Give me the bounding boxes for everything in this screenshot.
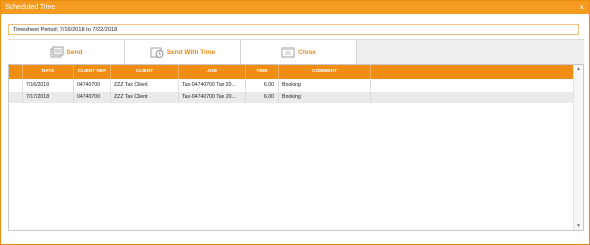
scroll-down-icon[interactable]: ▼ [574, 223, 583, 229]
send-with-time-button[interactable]: Send With Time [125, 40, 241, 65]
close-icon [281, 47, 295, 58]
column-header-time[interactable]: TIME [246, 65, 279, 79]
title-bar: Scheduled Time × [1, 1, 589, 14]
row-selector-header [9, 65, 23, 79]
column-header-client[interactable]: CLIENT [111, 65, 179, 79]
cell-client: ZZZ Tax Client [111, 80, 179, 91]
table-row[interactable]: 7/16/2018 04740700 ZZZ Tax Client Tax-04… [9, 80, 574, 91]
send-label: Send [66, 49, 83, 56]
send-with-time-label: Send With Time [166, 49, 216, 56]
timesheet-period: Timesheet Period: 7/16/2018 to 7/22/2018 [8, 24, 579, 35]
close-label: Close [298, 49, 316, 56]
column-header-client-ref[interactable]: CLIENT REF [74, 65, 111, 79]
send-with-time-icon [150, 47, 164, 58]
cell-date: 7/17/2018 [23, 92, 74, 103]
scheduled-time-window: Scheduled Time × Timesheet Period: 7/16/… [0, 0, 590, 245]
send-icon [50, 46, 63, 58]
column-header-date[interactable]: DATE [23, 65, 74, 79]
table-header: DATE CLIENT REF CLIENT JOB TIME COMMENT [9, 65, 574, 79]
scroll-up-icon[interactable]: ▲ [574, 66, 583, 72]
cell-client-ref: 04740700 [74, 80, 111, 91]
window-title: Scheduled Time [5, 4, 56, 11]
column-header-comment[interactable]: COMMENT [279, 65, 371, 79]
cell-client-ref: 04740700 [74, 92, 111, 103]
close-window-button[interactable]: × [579, 1, 584, 14]
cell-comment: Booking [279, 80, 371, 91]
cell-date: 7/16/2018 [23, 80, 74, 91]
close-button[interactable]: Close [241, 40, 357, 65]
cell-client: ZZZ Tax Client [111, 92, 179, 103]
cell-time: 6.00 [246, 92, 279, 103]
row-selector[interactable] [9, 80, 23, 91]
cell-job: Tax-04740700 Tax 20... [179, 92, 246, 103]
cell-job: Tax-04740700 Tax 20... [179, 80, 246, 91]
column-header-job[interactable]: JOB [179, 65, 246, 79]
cell-comment: Booking [279, 92, 371, 103]
cell-time: 6.00 [246, 80, 279, 91]
send-button[interactable]: Send [8, 40, 125, 65]
scheduled-time-table: DATE CLIENT REF CLIENT JOB TIME COMMENT … [8, 64, 584, 231]
row-selector[interactable] [9, 92, 23, 103]
toolbar: Send Send With Time Close [8, 39, 584, 65]
vertical-scrollbar[interactable]: ▲ ▼ [573, 65, 583, 230]
table-row[interactable]: 7/17/2018 04740700 ZZZ Tax Client Tax-04… [9, 92, 574, 103]
